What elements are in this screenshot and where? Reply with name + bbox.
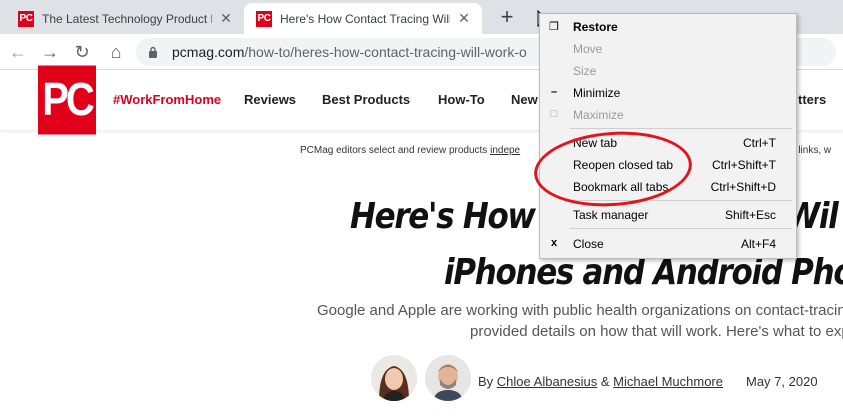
- back-button[interactable]: ←: [6, 40, 30, 64]
- nav-best-products[interactable]: Best Products: [322, 92, 410, 107]
- tab-contact-tracing[interactable]: PC Here's How Contact Tracing Will ✕: [244, 3, 482, 34]
- author-link-michael[interactable]: Michael Muchmore: [613, 374, 723, 389]
- lock-icon: [149, 46, 157, 58]
- menu-item-label: Minimize: [573, 86, 621, 100]
- menu-separator: [570, 228, 792, 229]
- menu-item-reopen-closed-tab[interactable]: Reopen closed tab Ctrl+Shift+T: [540, 154, 796, 176]
- menu-item-move: Move: [540, 38, 796, 60]
- forward-button[interactable]: →: [38, 40, 62, 64]
- minimize-icon: –: [550, 86, 558, 98]
- article-dek-line-2: provided details on how that will work. …: [470, 323, 843, 340]
- menu-item-shortcut: Ctrl+Shift+D: [710, 180, 776, 194]
- byline: By Chloe Albanesius & Michael Muchmore: [478, 374, 723, 389]
- restore-icon: ❐: [549, 21, 559, 33]
- menu-separator: [570, 128, 792, 129]
- menu-item-minimize[interactable]: – Minimize: [540, 82, 796, 104]
- nav-news[interactable]: New: [511, 92, 538, 107]
- author-avatar-michael[interactable]: [425, 355, 471, 401]
- menu-item-label: Size: [573, 64, 597, 78]
- menu-item-label: Reopen closed tab: [573, 158, 674, 172]
- nav-work-from-home[interactable]: #WorkFromHome: [113, 92, 221, 107]
- menu-item-label: Move: [573, 42, 603, 56]
- nav-newsletters[interactable]: tters: [798, 92, 826, 107]
- close-tab-icon[interactable]: ✕: [218, 10, 234, 27]
- menu-item-label: Task manager: [573, 208, 649, 222]
- tab-title: Here's How Contact Tracing Will: [280, 11, 450, 26]
- pcmag-favicon-icon: PC: [18, 10, 34, 27]
- byline-join: &: [597, 374, 614, 389]
- tab-latest-technology[interactable]: PC The Latest Technology Product R ✕: [6, 3, 244, 34]
- affiliate-disclaimer: PCMag editors select and review products…: [300, 145, 520, 156]
- menu-separator: [570, 200, 792, 201]
- menu-item-shortcut: Ctrl+T: [743, 136, 776, 150]
- pcmag-favicon-icon: PC: [256, 10, 272, 27]
- close-icon: x: [550, 237, 558, 249]
- maximize-icon: □: [550, 108, 558, 120]
- menu-item-label: Bookmark all tabs: [573, 180, 669, 194]
- url-domain: pcmag.com: [172, 44, 245, 60]
- menu-item-new-tab[interactable]: New tab Ctrl+T: [540, 132, 796, 154]
- menu-item-maximize: □ Maximize: [540, 104, 796, 126]
- new-tab-button[interactable]: +: [494, 5, 520, 31]
- disclaimer-link[interactable]: indepe: [490, 145, 520, 156]
- menu-item-label: Restore: [573, 20, 618, 34]
- url-text: pcmag.com/how-to/heres-how-contact-traci…: [172, 44, 527, 60]
- publish-date: May 7, 2020: [746, 374, 818, 389]
- pcmag-logo[interactable]: PC: [38, 65, 96, 135]
- byline-prefix: By: [478, 374, 497, 389]
- menu-item-bookmark-all-tabs[interactable]: Bookmark all tabs Ctrl+Shift+D: [540, 176, 796, 198]
- window-system-menu: ❐ Restore Move Size – Minimize □ Maximiz…: [539, 13, 797, 259]
- browser-window: PC The Latest Technology Product R ✕ PC …: [0, 0, 843, 418]
- close-tab-icon[interactable]: ✕: [456, 10, 472, 27]
- avatar-portrait-icon: [371, 355, 417, 401]
- home-button[interactable]: ⌂: [104, 40, 128, 64]
- menu-item-shortcut: Shift+Esc: [724, 208, 776, 222]
- menu-item-close[interactable]: x Close Alt+F4: [540, 233, 796, 255]
- menu-item-shortcut: Ctrl+Shift+T: [711, 158, 776, 172]
- menu-item-size: Size: [540, 60, 796, 82]
- reload-button[interactable]: ↻: [70, 40, 94, 64]
- menu-item-shortcut: Alt+F4: [740, 237, 776, 251]
- nav-reviews[interactable]: Reviews: [244, 92, 296, 107]
- tab-title: The Latest Technology Product R: [42, 11, 212, 26]
- avatar-portrait-icon: [425, 355, 471, 401]
- menu-item-label: Maximize: [573, 108, 624, 122]
- article-dek-line-1: Google and Apple are working with public…: [317, 302, 843, 319]
- menu-item-label: New tab: [573, 136, 618, 150]
- author-avatar-chloe[interactable]: [371, 355, 417, 401]
- menu-item-restore[interactable]: ❐ Restore: [540, 16, 796, 38]
- menu-item-task-manager[interactable]: Task manager Shift+Esc: [540, 204, 796, 226]
- nav-how-to[interactable]: How-To: [438, 92, 485, 107]
- headline-line-1: Here's How: [350, 196, 536, 237]
- disclaimer-text: PCMag editors select and review products: [300, 145, 491, 156]
- url-path: /how-to/heres-how-contact-tracing-will-w…: [244, 44, 527, 60]
- author-link-chloe[interactable]: Chloe Albanesius: [497, 374, 597, 389]
- menu-item-label: Close: [573, 237, 604, 251]
